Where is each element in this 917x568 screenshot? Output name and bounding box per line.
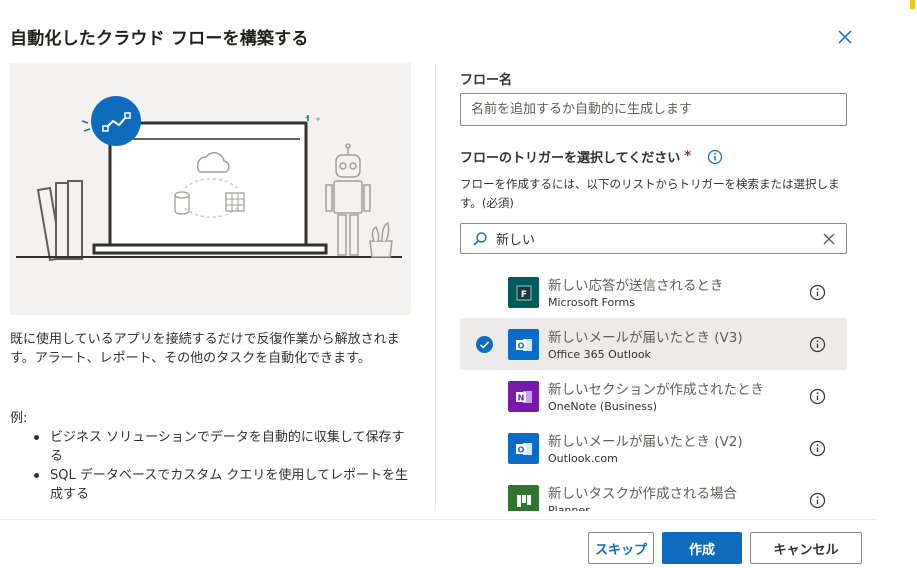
svg-text:N: N: [517, 393, 524, 402]
trigger-text: 新しい応答が送信されるとき Microsoft Forms: [548, 274, 724, 309]
info-icon[interactable]: [809, 492, 826, 509]
trigger-text: 新しいセクションが作成されたとき OneNote (Business): [548, 378, 764, 413]
create-flow-dialog: 自動化したクラウド フローを構築する 既に使用しているアプリを接続するだけで反復…: [0, 0, 876, 568]
trigger-item[interactable]: N 新しいセクションが作成されたとき OneNote (Business): [460, 370, 847, 422]
svg-text:F: F: [520, 290, 526, 300]
trigger-text: 新しいメールが届いたとき (V3) Office 365 Outlook: [548, 326, 743, 361]
outlook-icon: O: [508, 433, 539, 464]
info-icon[interactable]: [809, 284, 826, 301]
column-divider: [435, 63, 436, 511]
example-label: 例:: [10, 411, 28, 426]
trigger-help-text: フローを作成するには、以下のリストからトリガーを検索または選択します。(必須): [460, 177, 840, 210]
flow-name-input[interactable]: [460, 93, 847, 126]
create-button[interactable]: 作成: [662, 532, 742, 564]
planner-icon: [508, 485, 539, 511]
laptop-flow-illustration: [16, 96, 402, 262]
trigger-connector: Planner: [548, 504, 590, 511]
dialog-description: 既に使用しているアプリを接続するだけで反復作業から解放されます。アラート、レポー…: [10, 332, 400, 366]
trigger-text: 新しいメールが届いたとき (V2) Outlook.com: [548, 430, 743, 465]
corner-marker: [910, 0, 915, 9]
info-icon[interactable]: [809, 440, 826, 457]
flow-name-label: フロー名: [460, 73, 513, 88]
trigger-item[interactable]: F 新しい応答が送信されるとき Microsoft Forms: [460, 266, 847, 318]
checkmark-icon: [476, 336, 493, 353]
footer-divider: [0, 519, 876, 520]
svg-text:O: O: [517, 341, 524, 350]
example-item: ビジネス ソリューションでデータを自動的に収集して保存する: [32, 428, 412, 466]
trigger-connector: Microsoft Forms: [548, 296, 635, 309]
info-icon[interactable]: [809, 336, 826, 353]
close-button[interactable]: [834, 26, 856, 48]
required-mark: *: [684, 149, 692, 164]
example-item: SQL データベースでカスタム クエリを使用してレポートを生成する: [32, 466, 412, 504]
trigger-title: 新しいメールが届いたとき (V2): [548, 434, 743, 450]
trigger-title: 新しいメールが届いたとき (V3): [548, 330, 743, 346]
onenote-icon: N: [508, 381, 539, 412]
trigger-title: 新しいセクションが作成されたとき: [548, 382, 764, 398]
cancel-button[interactable]: キャンセル: [750, 532, 862, 564]
forms-icon: F: [508, 277, 539, 308]
trigger-connector: OneNote (Business): [548, 400, 658, 413]
trigger-title: 新しいタスクが作成される場合: [548, 486, 737, 502]
search-input[interactable]: 新しい: [496, 229, 822, 248]
outlook-icon: O: [508, 329, 539, 360]
trigger-item[interactable]: O 新しいメールが届いたとき (V3) Office 365 Outlook: [460, 318, 847, 370]
search-icon: [473, 231, 487, 246]
trigger-text: 新しいタスクが作成される場合 Planner: [548, 482, 737, 511]
trigger-connector: Outlook.com: [548, 452, 618, 465]
dialog-title: 自動化したクラウド フローを構築する: [10, 29, 309, 49]
info-icon[interactable]: [707, 149, 723, 165]
trigger-item[interactable]: O 新しいメールが届いたとき (V2) Outlook.com: [460, 422, 847, 474]
trigger-search-box[interactable]: 新しい: [460, 223, 847, 254]
example-list: ビジネス ソリューションでデータを自動的に収集して保存する SQL データベース…: [32, 428, 412, 504]
trigger-title: 新しい応答が送信されるとき: [548, 278, 724, 294]
clear-search-icon[interactable]: [822, 232, 836, 246]
svg-text:O: O: [517, 445, 524, 454]
trigger-connector: Office 365 Outlook: [548, 348, 651, 361]
trigger-item[interactable]: 新しいタスクが作成される場合 Planner: [460, 474, 847, 511]
trigger-list[interactable]: F 新しい応答が送信されるとき Microsoft Forms O 新しいメールが届いた…: [460, 266, 847, 511]
info-icon[interactable]: [809, 388, 826, 405]
trigger-label-text: フローのトリガーを選択してください: [460, 151, 681, 166]
trigger-label: フローのトリガーを選択してください *: [460, 147, 723, 166]
close-icon: [838, 30, 852, 44]
hero-illustration: [10, 63, 411, 315]
skip-button[interactable]: スキップ: [588, 532, 654, 564]
